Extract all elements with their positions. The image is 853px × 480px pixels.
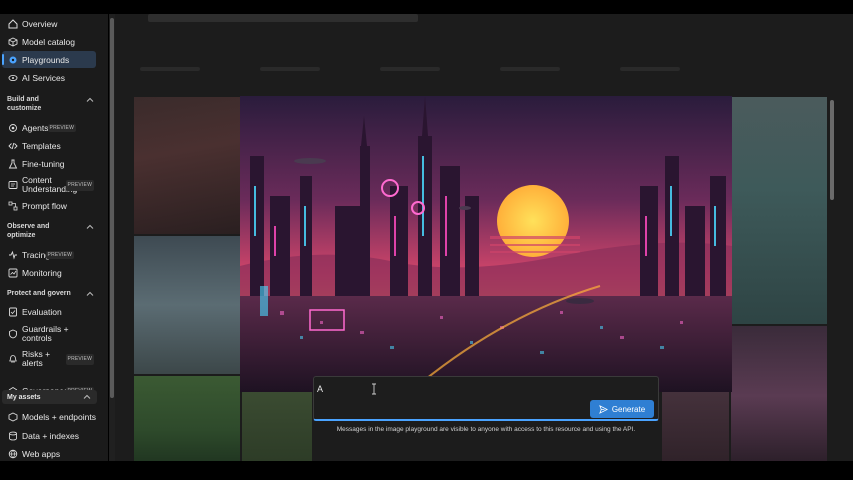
sidebar-item-fine-tuning[interactable]: Fine-tuning bbox=[2, 155, 96, 172]
generate-button[interactable]: Generate bbox=[590, 400, 654, 418]
sidebar-item-label: Prompt flow bbox=[22, 200, 67, 211]
sidebar-item-label: Guardrails + controls bbox=[22, 324, 69, 343]
send-icon bbox=[598, 404, 608, 414]
section-title: Build and customize bbox=[7, 96, 42, 112]
models-icon bbox=[7, 411, 18, 422]
gallery-image[interactable] bbox=[134, 97, 240, 234]
cube-icon bbox=[7, 36, 18, 47]
flow-icon bbox=[7, 200, 18, 211]
chevron-up-icon bbox=[86, 224, 94, 229]
sidebar-item-web-apps[interactable]: Web apps bbox=[2, 445, 96, 461]
visibility-disclaimer: Messages in the image playground are vis… bbox=[336, 426, 636, 433]
home-icon bbox=[7, 18, 18, 29]
gallery-image[interactable] bbox=[731, 326, 827, 461]
ai-services-icon bbox=[7, 72, 18, 83]
sidebar-item-templates[interactable]: Templates bbox=[2, 137, 96, 154]
tracing-icon bbox=[7, 249, 18, 260]
section-title: Protect and govern bbox=[7, 290, 71, 297]
sidebar-item-label: Agents bbox=[22, 122, 49, 133]
agent-icon bbox=[7, 122, 18, 133]
sidebar-item-label: Templates bbox=[22, 140, 61, 151]
sidebar-item-label: AI Services bbox=[22, 72, 65, 83]
sidebar-item-tracing[interactable]: Tracing PREVIEW bbox=[2, 246, 96, 263]
code-icon bbox=[7, 140, 18, 151]
sidebar-item-models-endpoints[interactable]: Models + endpoints bbox=[2, 408, 96, 425]
generated-image-preview[interactable] bbox=[240, 96, 732, 392]
sidebar-item-content-understanding[interactable]: Content Understanding PREVIEW bbox=[2, 174, 96, 196]
prompt-box: Generate bbox=[313, 376, 659, 421]
database-icon bbox=[7, 430, 18, 441]
sidebar-item-monitoring[interactable]: Monitoring bbox=[2, 264, 96, 281]
sidebar-item-label: Monitoring bbox=[22, 267, 62, 278]
sidebar-item-label: Web apps bbox=[22, 448, 61, 459]
sidebar-item-label: Risks + alerts bbox=[22, 349, 51, 368]
sidebar-item-prompt-flow[interactable]: Prompt flow bbox=[2, 197, 96, 214]
monitor-icon bbox=[7, 267, 18, 278]
sidebar-item-label: Overview bbox=[22, 18, 58, 29]
bottom-bar bbox=[0, 461, 853, 480]
preview-badge: PREVIEW bbox=[65, 179, 94, 191]
preview-badge: PREVIEW bbox=[65, 353, 94, 365]
section-protect-govern[interactable]: Protect and govern bbox=[7, 289, 97, 298]
prompt-input[interactable] bbox=[317, 380, 587, 398]
flask-icon bbox=[7, 158, 18, 169]
sidebar-scroll-thumb[interactable] bbox=[110, 18, 114, 398]
content-icon bbox=[7, 180, 18, 191]
sidebar-item-overview[interactable]: Overview bbox=[2, 15, 96, 32]
playground-icon bbox=[7, 54, 18, 65]
section-title: Observe and optimize bbox=[7, 223, 50, 239]
main-scrollbar[interactable] bbox=[828, 94, 836, 454]
sidebar-item-label: Data + indexes bbox=[22, 430, 79, 441]
page-title-dimmed bbox=[148, 14, 418, 22]
sidebar-item-label: Fine-tuning bbox=[22, 158, 65, 169]
sidebar-item-label: Model catalog bbox=[22, 36, 75, 47]
sidebar-item-evaluation[interactable]: Evaluation bbox=[2, 303, 96, 320]
section-my-assets[interactable]: My assets bbox=[2, 390, 97, 404]
chevron-up-icon bbox=[86, 291, 94, 296]
gallery-image[interactable] bbox=[134, 376, 240, 461]
preview-badge: PREVIEW bbox=[47, 123, 76, 132]
sidebar-item-label: Models + endpoints bbox=[22, 411, 96, 422]
sidebar-item-label: Evaluation bbox=[22, 306, 62, 317]
sidebar-item-risks-alerts[interactable]: Risks + alerts PREVIEW bbox=[2, 348, 96, 370]
sidebar-item-playgrounds[interactable]: Playgrounds bbox=[2, 51, 96, 68]
sidebar-item-model-catalog[interactable]: Model catalog bbox=[2, 33, 96, 50]
section-observe-optimize[interactable]: Observe and optimize bbox=[7, 222, 97, 240]
sidebar-item-guardrails-controls[interactable]: Guardrails + controls bbox=[2, 323, 96, 345]
evaluation-icon bbox=[7, 306, 18, 317]
chevron-up-icon bbox=[86, 97, 94, 102]
cyberpunk-city-image bbox=[240, 96, 732, 392]
sidebar-item-agents[interactable]: Agents PREVIEW bbox=[2, 119, 96, 136]
sidebar-item-ai-services[interactable]: AI Services bbox=[2, 69, 96, 86]
sidebar-item-label: Playgrounds bbox=[22, 54, 70, 65]
text-cursor-icon bbox=[372, 383, 376, 395]
sidebar-item-data-indexes[interactable]: Data + indexes bbox=[2, 427, 96, 444]
gallery-image[interactable] bbox=[134, 236, 240, 374]
main-scroll-thumb[interactable] bbox=[830, 100, 834, 200]
chevron-up-icon bbox=[83, 394, 91, 399]
alert-icon bbox=[7, 354, 18, 365]
shield-icon bbox=[7, 329, 18, 340]
generate-label: Generate bbox=[611, 404, 646, 414]
sidebar: Overview Model catalog Playgrounds AI Se… bbox=[0, 14, 108, 461]
toolbar-dimmed bbox=[140, 62, 830, 76]
section-title: My assets bbox=[7, 393, 41, 401]
web-icon bbox=[7, 448, 18, 459]
preview-badge: PREVIEW bbox=[45, 250, 74, 259]
section-build-customize[interactable]: Build and customize bbox=[7, 95, 97, 113]
gallery-image[interactable] bbox=[731, 97, 827, 324]
